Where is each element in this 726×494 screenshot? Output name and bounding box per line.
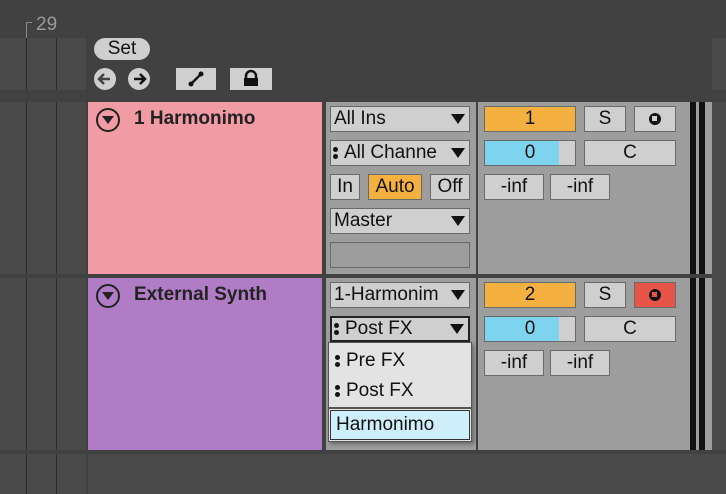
arrangement-grid-top [0,38,86,90]
meter-right-label: -inf [566,352,594,373]
track-1-mixer-panel: 1 S 0 C -inf -inf [478,102,686,274]
track-2-header[interactable]: External Synth [88,278,322,450]
link-icon [188,71,204,87]
right-edge [712,102,726,450]
pan-label: C [623,318,637,339]
dropdown-item-label: Harmonimo [336,414,435,435]
track-2-input-type-dropdown[interactable]: 1-Harmonim [330,282,470,308]
track-1-input-type-dropdown[interactable]: All Ins [330,106,470,132]
monitor-off-button[interactable]: Off [430,174,470,200]
arrow-left-icon [97,73,110,85]
track-2-solo-button[interactable]: S [584,282,626,308]
track-1-name[interactable]: 1 Harmonimo [134,108,255,130]
grip-icon [335,385,340,397]
track-2-input-channel-dropdown[interactable]: Post FX [330,316,470,342]
meter-right-label: -inf [566,176,594,197]
track-2-meter-right[interactable]: -inf [550,350,610,376]
forward-button[interactable] [128,68,150,90]
set-button[interactable]: Set [94,38,150,60]
monitor-in-button[interactable]: In [330,174,360,200]
dropdown-item-post-fx[interactable]: Post FX [333,377,467,405]
ruler-bar-number: 29 [26,14,66,38]
monitor-in-label: In [337,176,353,197]
track-1-input-channel-dropdown[interactable]: All Channe [330,140,470,166]
chevron-down-icon [450,324,464,334]
meter-left-label: -inf [500,176,528,197]
grip-icon [333,147,338,159]
input-channel-dropdown-menu: Pre FX Post FX Harmonimo [328,342,472,442]
empty-track-area [88,454,726,494]
arrow-right-icon [134,73,147,85]
dropdown-item-pre-fx[interactable]: Pre FX [333,347,467,375]
input-type-label: 1-Harmonim [334,284,439,305]
volume-label: 0 [524,142,536,163]
track-1-output-channel-field[interactable] [330,242,470,268]
track-1-arm-button[interactable] [634,106,676,132]
lock-icon [244,69,258,86]
monitor-off-label: Off [437,176,463,197]
grip-icon [335,355,340,367]
track-1-output-dropdown[interactable]: Master [330,208,470,234]
record-arm-icon [649,113,661,125]
solo-label: S [598,284,612,305]
track-2-activator-button[interactable]: 2 [484,282,576,308]
track-2-arm-button[interactable] [634,282,676,308]
collapse-toggle-icon[interactable] [96,284,120,308]
chevron-down-icon [451,148,465,158]
track-1-pan-field[interactable]: C [584,140,676,166]
track-1-solo-button[interactable]: S [584,106,626,132]
meter-left-label: -inf [500,352,528,373]
track-2-mixer-panel: 2 S 0 C -inf -inf [478,278,686,450]
grip-icon [334,323,339,335]
track-2-level-meter [686,278,712,450]
lock-button[interactable] [230,68,272,90]
input-channel-label: All Channe [344,142,437,163]
chevron-down-icon [451,216,465,226]
track-2-name[interactable]: External Synth [134,284,267,306]
back-button[interactable] [94,68,116,90]
monitor-auto-label: Auto [375,176,415,197]
solo-label: S [598,108,612,129]
track-2-volume-field[interactable]: 0 [484,316,576,342]
arrangement-lane-1[interactable] [0,102,86,274]
bar-number-label: 29 [36,14,58,35]
track-2-meter-left[interactable]: -inf [484,350,544,376]
chevron-down-icon [451,290,465,300]
record-arm-icon [649,289,661,301]
input-type-label: All Ins [334,108,386,129]
track-1-level-meter [686,102,712,274]
dropdown-divider [329,407,471,409]
track-1-activator-button[interactable]: 1 [484,106,576,132]
track-1-meter-left[interactable]: -inf [484,174,544,200]
set-button-label: Set [107,38,137,59]
track-number-label: 1 [524,108,536,129]
track-1-header[interactable]: 1 Harmonimo [88,102,322,274]
link-button[interactable] [176,68,216,90]
track-1-io-panel: All Ins All Channe In Auto Off Master [326,102,476,274]
dropdown-item-label: Post FX [346,380,414,401]
pan-label: C [623,142,637,163]
track-2-pan-field[interactable]: C [584,316,676,342]
output-label: Master [334,210,393,231]
input-channel-label: Post FX [345,318,413,339]
volume-label: 0 [524,318,536,339]
track-1-meter-right[interactable]: -inf [550,174,610,200]
monitor-auto-button[interactable]: Auto [368,174,422,200]
dropdown-item-harmonimo[interactable]: Harmonimo [330,410,470,440]
chevron-down-icon [451,114,465,124]
dropdown-item-label: Pre FX [346,350,406,371]
track-number-label: 2 [524,284,536,305]
collapse-toggle-icon[interactable] [96,108,120,132]
arrangement-lane-2[interactable] [0,278,86,450]
track-1-volume-field[interactable]: 0 [484,140,576,166]
arrangement-lane-3 [0,454,86,494]
